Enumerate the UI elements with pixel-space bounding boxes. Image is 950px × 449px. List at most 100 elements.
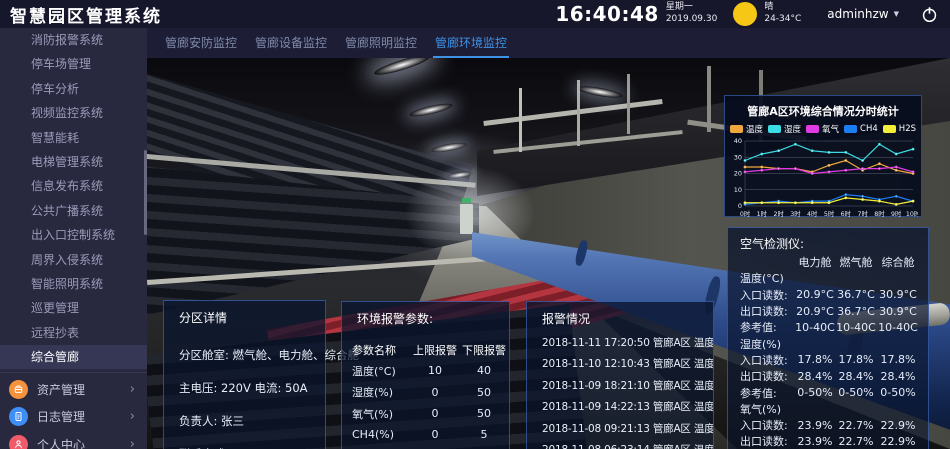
air-data-row: 出口读数:28.4%28.4%28.4% [728,368,928,384]
params-name: 氧气(%) [352,406,412,422]
sidebar-item[interactable]: 巡更管理 [0,296,147,320]
power-icon [921,6,938,23]
svg-text:10: 10 [734,186,742,194]
tabbar: 管廊安防监控管廊设备监控管廊照明监控管廊环境监控 [147,28,950,58]
zone-details-panel: 分区详情 分区舱室: 燃气舱、电力舱、综合舱主电压: 220V 电流: 50A负… [163,300,326,449]
sidebar-item[interactable]: 停车场管理 [0,52,147,76]
air-value: 22.7% [836,435,876,448]
air-value: 10-40C [836,321,876,334]
params-row: 氧气(%)050 [352,403,509,424]
username: adminhzw [827,7,888,21]
clock: 16:40:48 [555,2,659,26]
env-chart-panel: 管廊A区环境综合情况分时统计 温度湿度氧气CH4H2S 0102030400时1… [724,95,922,217]
sidebar-item[interactable]: 消防报警系统 [0,28,147,52]
alarm-row: 2018-11-09 18:21:10 管廊A区 温度异常 [527,376,713,397]
air-section-name: 氧气(%) [740,401,920,417]
params-row: 温度(°C)1040 [352,360,509,381]
params-header-row: 参数名称上限报警下限报警 [352,339,509,360]
air-section-name: 湿度(%) [740,336,920,352]
svg-text:10时: 10时 [906,209,918,218]
air-value: 36.7°C [836,288,876,301]
legend-label: CH4 [860,124,878,134]
legend-item: H2S [883,124,916,134]
air-row-label: 入口读数: [740,287,794,303]
air-row-label: 出口读数: [740,368,794,384]
legend-label: 氧气 [822,123,839,135]
sidebar-scrollbar-thumb[interactable] [144,150,147,235]
sidebar-bottom-menu: 资产管理›日志管理›个人中心› [0,372,147,449]
air-row-label: 入口读数: [740,417,794,433]
legend-label: 湿度 [784,123,801,135]
svg-text:30: 30 [734,153,742,161]
power-button[interactable] [921,6,938,23]
params-header-cell: 参数名称 [352,342,412,358]
air-data-row: 入口读数:23.9%22.7%22.9% [728,417,928,433]
params-value: 50 [458,407,510,420]
params-value: 0 [412,386,458,399]
legend-item: 湿度 [768,123,801,135]
chevron-right-icon: › [130,437,135,449]
legend-item: CH4 [844,124,878,134]
svg-text:4时: 4时 [807,209,818,218]
params-value: 5 [458,428,510,441]
sidebar-item[interactable]: 出入口控制系统 [0,223,147,247]
legend-swatch [730,125,743,133]
params-row: CH4(%)05 [352,424,509,445]
air-value: 28.4% [876,370,920,383]
sidebar-item[interactable]: 信息发布系统 [0,174,147,198]
env-line-chart: 0102030400时1时2时3时4时5时6时7时8时9时10时 [728,136,918,220]
chart-title: 管廊A区环境综合情况分时统计 [725,96,921,119]
svg-text:8时: 8时 [874,209,885,218]
params-value: 50 [458,386,510,399]
sidebar-item[interactable]: 综合管廊 [0,345,147,369]
sidebar-item[interactable]: 智慧能耗 [0,126,147,150]
rack-post [627,74,630,134]
tab[interactable]: 管廊环境监控 [433,27,509,59]
date-block: 星期一 2019.09.30 [666,2,718,25]
sidebar-item[interactable]: 停车分析 [0,77,147,101]
air-value: 30.9°C [876,305,920,318]
app-window: 智慧园区管理系统 16:40:48 星期一 2019.09.30 晴 24-34… [0,0,950,449]
sidebar-item-log[interactable]: 日志管理› [0,403,147,431]
sidebar-item-person[interactable]: 个人中心› [0,430,147,449]
sidebar-item[interactable]: 周界入侵系统 [0,248,147,272]
air-column-header: 综合舱 [876,254,920,270]
legend-label: 温度 [746,123,763,135]
svg-text:3时: 3时 [790,209,801,218]
sidebar-item[interactable]: 公共广播系统 [0,199,147,223]
params-value: 10 [412,364,458,377]
header: 智慧园区管理系统 16:40:48 星期一 2019.09.30 晴 24-34… [0,0,950,28]
sidebar-item[interactable]: 视频监控系统 [0,101,147,125]
air-section-name: 温度(°C) [740,270,920,286]
sidebar: 消防报警系统停车场管理停车分析视频监控系统智慧能耗电梯管理系统信息发布系统公共广… [0,28,147,449]
air-section-row: 温度(°C) [728,270,928,286]
params-row: 湿度(%)050 [352,382,509,403]
alarm-params-title: 环境报警参数: [342,302,509,327]
sidebar-item[interactable]: 远程抄表 [0,321,147,345]
air-value: 0-50% [876,386,920,399]
alarm-list-panel: 报警情况 2018-11-11 17:20:50 管廊A区 温度异常2018-1… [526,301,714,449]
sidebar-item[interactable]: 电梯管理系统 [0,150,147,174]
air-header-row: 电力舱燃气舱综合舱 [728,254,928,270]
params-name: 湿度(%) [352,384,412,400]
sun-icon [733,2,757,26]
air-value: 10-40C [876,321,920,334]
sidebar-item[interactable]: 智能照明系统 [0,272,147,296]
svg-text:0: 0 [738,202,742,210]
air-data-row: 出口读数:23.9%22.7%22.9% [728,433,928,449]
air-column-header: 电力舱 [794,254,836,270]
alarm-list-rows: 2018-11-11 17:20:50 管廊A区 温度异常2018-11-10 … [527,327,713,449]
tab[interactable]: 管廊安防监控 [163,27,239,59]
tunnel-door [460,204,473,234]
params-row: H2S(%)05 [352,445,509,449]
user-menu[interactable]: adminhzw ▼ [827,7,899,21]
svg-text:2时: 2时 [773,209,784,218]
air-value: 17.8% [794,353,836,366]
rack-post [519,88,522,152]
sidebar-item-asset[interactable]: 资产管理› [0,375,147,403]
alarm-row: 2018-11-08 09:21:13 管廊A区 温度异常 [527,419,713,440]
exit-sign [462,198,471,203]
tab[interactable]: 管廊照明监控 [343,27,419,59]
tab[interactable]: 管廊设备监控 [253,27,329,59]
alarm-list-title: 报警情况 [527,302,713,327]
